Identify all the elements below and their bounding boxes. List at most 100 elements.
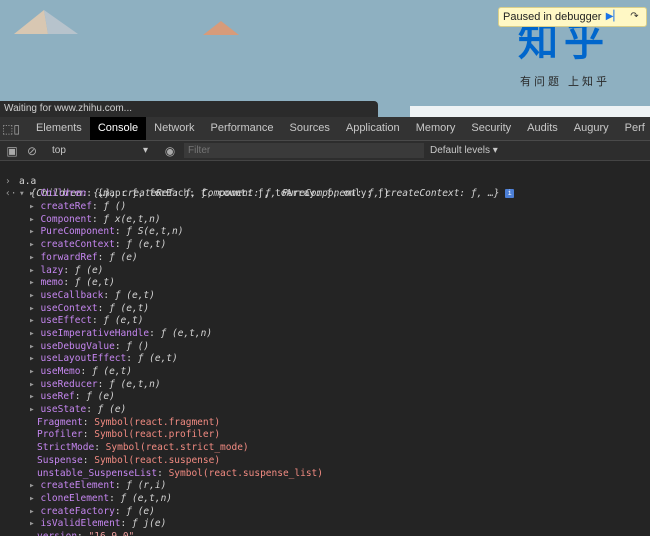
expand-arrow-icon[interactable]: ▸ [29,379,40,390]
tab-memory[interactable]: Memory [408,117,464,140]
property-row[interactable]: ▸ createElement: ƒ (r,i) [0,480,650,493]
property-colon: : [97,378,110,390]
expand-arrow-icon[interactable]: ▸ [29,188,40,199]
expand-arrow-icon[interactable]: ▸ [29,518,40,529]
expand-arrow-icon[interactable]: ▸ [29,391,40,402]
tab-console[interactable]: Console [89,117,147,140]
property-row[interactable]: ▸ useEffect: ƒ (e,t) [0,315,650,328]
property-row[interactable]: ▸ useReducer: ƒ (e,t,n) [0,379,650,392]
expand-arrow-icon[interactable]: ▸ [29,493,40,504]
expand-arrow-icon[interactable]: ▸ [29,252,40,263]
property-row[interactable]: ▸ Children: {map: ƒ, forEach: ƒ, count: … [0,188,650,201]
expand-arrow-icon[interactable]: ▸ [29,201,40,212]
property-row[interactable]: ▸ useLayoutEffect: ƒ (e,t) [0,353,650,366]
tab-augury[interactable]: Augury [566,117,617,140]
property-row[interactable]: ▸ createRef: ƒ () [0,201,650,214]
sidebar-toggle-icon[interactable]: ▣ [2,141,22,160]
property-row[interactable]: ▸ PureComponent: ƒ S(e,t,n) [0,226,650,239]
eye-icon[interactable]: ◉ [160,141,180,160]
property-row[interactable]: ▸ Component: ƒ x(e,t,n) [0,214,650,227]
property-row[interactable]: ▸ cloneElement: ƒ (e,t,n) [0,493,650,506]
console-result-line[interactable]: ‹· ▾ {Children: {…}, createRef: ƒ, Compon… [0,176,650,199]
tab-perf[interactable]: Perf [617,117,650,140]
property-row[interactable]: ▸ useState: ƒ (e) [0,404,650,417]
inspect-element-icon[interactable]: ⬚ [2,117,13,140]
context-selector[interactable]: top ▾ [46,145,154,156]
expand-arrow-icon[interactable]: ▸ [29,506,40,517]
property-row[interactable]: ▸ createContext: ƒ (e,t) [0,239,650,252]
property-colon: : [91,201,104,213]
step-over-icon[interactable]: ↷ [625,10,643,24]
expand-arrow-icon[interactable]: ▸ [29,265,40,276]
console-output[interactable]: › a.a ‹· ▾ {Children: {…}, createRef: ƒ, C… [0,161,650,536]
expand-arrow-icon[interactable]: ▸ [29,303,40,314]
context-value: top [52,145,66,156]
tab-elements[interactable]: Elements [28,117,90,140]
property-row[interactable]: ▸ useRef: ƒ (e) [0,391,650,404]
property-key: useMemo [40,366,81,377]
property-key: useEffect [40,315,92,327]
tab-sources[interactable]: Sources [282,117,338,140]
expand-arrow-icon[interactable]: ▸ [29,341,40,352]
property-key: useContext [40,302,98,314]
property-row[interactable]: ▸ useCallback: ƒ (e,t) [0,290,650,303]
expand-arrow-icon[interactable]: ▸ [29,239,40,250]
property-value: ƒ j(e) [131,518,167,530]
property-row[interactable]: ▸ forwardRef: ƒ (e) [0,252,650,265]
property-row: version: "16.9.0" [0,531,650,536]
expand-arrow-icon[interactable]: ▸ [29,353,40,364]
property-key: useLayoutEffect [40,353,127,365]
tab-security[interactable]: Security [463,117,519,140]
property-key: Children [40,188,87,200]
filter-input[interactable] [184,143,424,158]
property-row[interactable]: ▸ useImperativeHandle: ƒ (e,t,n) [0,328,650,341]
property-colon: : [63,277,75,289]
property-colon: : [77,531,88,536]
property-value: ƒ (e,t) [109,302,150,314]
expand-arrow-icon[interactable]: ▸ [29,366,40,377]
expand-arrow-icon[interactable]: ▸ [29,226,40,237]
property-colon: : [94,442,106,454]
property-row[interactable]: ▸ useDebugValue: ƒ () [0,341,650,354]
property-key: createElement [40,480,115,492]
expand-arrow-icon[interactable]: ▸ [29,277,40,288]
property-row[interactable]: ▸ useMemo: ƒ (e,t) [0,366,650,379]
property-row[interactable]: ▸ lazy: ƒ (e) [0,265,650,278]
device-toolbar-icon[interactable]: ▯ [13,117,20,140]
property-key: Suspense [37,454,83,466]
decorative-triangle-right [203,21,239,35]
property-value: ƒ (e) [109,251,138,263]
tab-network[interactable]: Network [146,117,202,140]
property-value: ƒ (e) [97,404,127,416]
resume-icon[interactable]: ▶▏ [604,10,622,24]
property-colon: : [109,492,121,504]
property-colon: : [82,454,95,466]
tab-performance[interactable]: Performance [203,117,282,140]
tab-audits[interactable]: Audits [519,117,566,140]
property-value: ƒ (r,i) [126,480,167,492]
clear-console-icon[interactable]: ⊘ [22,141,42,160]
devtools-tab-bar: ⬚ ▯ Elements Console Network Performance… [0,117,650,141]
property-key: PureComponent [40,226,115,238]
property-row[interactable]: ▸ memo: ƒ (e,t) [0,277,650,290]
property-colon: : [82,429,95,441]
property-value: {map: ƒ, forEach: ƒ, count: ƒ, toArray: … [97,188,390,200]
expand-arrow-icon[interactable]: ▸ [29,214,40,225]
tab-application[interactable]: Application [338,117,408,140]
property-key: cloneElement [40,492,110,504]
property-row[interactable]: ▸ createFactory: ƒ (e) [0,506,650,519]
property-row: Fragment: Symbol(react.fragment) [0,417,650,430]
expand-arrow-icon[interactable]: ▸ [29,328,40,339]
expand-arrow-icon[interactable]: ▸ [29,480,40,491]
expand-arrow-icon[interactable]: ▸ [29,315,40,326]
logo-slogan: 有问题 上知乎 [520,76,611,88]
expand-arrow-icon[interactable]: ▸ [29,290,40,301]
log-levels-dropdown[interactable]: Default levels ▾ [430,145,498,156]
property-value: Symbol(react.strict_mode) [105,442,249,454]
property-value: ƒ (e,t,n) [160,327,213,339]
property-row[interactable]: ▸ isValidElement: ƒ j(e) [0,518,650,531]
property-row[interactable]: ▸ useContext: ƒ (e,t) [0,303,650,316]
property-key: Fragment [37,416,83,428]
expand-arrow-icon[interactable]: ▸ [29,404,40,415]
property-key: unstable_SuspenseList [37,467,158,479]
